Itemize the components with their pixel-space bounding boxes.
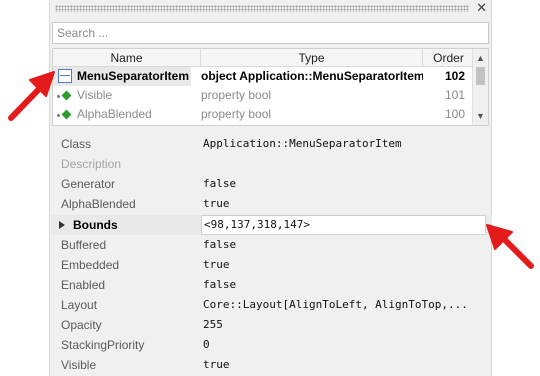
property-name: StackingPriority	[61, 338, 145, 352]
column-header-type[interactable]: Type	[201, 49, 423, 67]
property-row-visible[interactable]: Visible true	[51, 355, 492, 375]
property-icon	[57, 109, 73, 120]
property-name: Description	[61, 157, 122, 171]
property-row-enabled[interactable]: Enabled false	[51, 275, 492, 295]
property-row-embedded[interactable]: Embedded true	[51, 255, 492, 275]
list-row-alphablended[interactable]: AlphaBlended property bool 100	[53, 105, 474, 124]
property-value: false	[203, 177, 237, 190]
members-list[interactable]: Name Type Order MenuSeparatorItem object…	[52, 48, 489, 126]
property-name: Opacity	[61, 318, 102, 332]
inspector-panel: ✕ Name Type Order MenuSeparatorItem obje…	[49, 0, 492, 376]
panel-title-bar[interactable]: ✕	[50, 0, 493, 17]
property-icon	[57, 90, 73, 101]
property-value: 255	[203, 318, 223, 331]
property-value: Core::Layout[AlignToLeft, AlignToTop,...	[203, 298, 468, 311]
list-header: Name Type Order	[53, 49, 474, 67]
row-name: MenuSeparatorItem	[77, 69, 190, 83]
property-value: Application::MenuSeparatorItem	[203, 137, 402, 150]
row-type: property bool	[201, 107, 272, 121]
property-row-generator[interactable]: Generator false	[51, 174, 492, 194]
property-value: false	[203, 238, 237, 251]
property-name: Layout	[61, 298, 98, 312]
row-name: Visible	[77, 88, 113, 102]
scroll-up-icon[interactable]: ▲	[473, 51, 488, 65]
property-value: true	[203, 258, 230, 271]
property-name: AlphaBlended	[61, 197, 136, 211]
property-row-bounds[interactable]: Bounds <98,137,318,147>	[51, 215, 492, 235]
column-header-name[interactable]: Name	[53, 49, 201, 67]
property-name: Buffered	[61, 238, 107, 252]
list-row-visible[interactable]: Visible property bool 101	[53, 86, 474, 105]
property-value: true	[203, 197, 230, 210]
property-name: Visible	[61, 358, 97, 372]
annotation-arrow-right	[486, 224, 534, 269]
property-name: Bounds	[73, 218, 118, 232]
property-row-alphablended[interactable]: AlphaBlended true	[51, 194, 492, 214]
scroll-down-icon[interactable]: ▼	[473, 109, 488, 123]
property-name: Enabled	[61, 278, 106, 292]
bounds-value-field[interactable]: <98,137,318,147>	[201, 215, 486, 235]
property-row-class[interactable]: Class Application::MenuSeparatorItem	[51, 134, 492, 154]
scroll-thumb[interactable]	[476, 67, 485, 85]
row-type: property bool	[201, 88, 272, 102]
property-row-opacity[interactable]: Opacity 255	[51, 315, 492, 335]
drag-grip[interactable]	[55, 5, 469, 12]
row-type: object Application::MenuSeparatorItem	[201, 69, 423, 83]
list-scrollbar[interactable]: ▲ ▼	[472, 49, 488, 125]
property-value: false	[203, 278, 237, 291]
row-name: AlphaBlended	[77, 107, 152, 121]
row-order: 102	[444, 69, 465, 83]
property-row-buffered[interactable]: Buffered false	[51, 235, 492, 255]
column-header-order[interactable]: Order	[423, 49, 474, 67]
property-value: true	[203, 358, 230, 371]
property-row-layout[interactable]: Layout Core::Layout[AlignToLeft, AlignTo…	[51, 295, 492, 315]
property-name: Generator	[61, 177, 116, 191]
property-row-stackingpriority[interactable]: StackingPriority 0	[51, 335, 492, 355]
search-input[interactable]	[52, 22, 489, 44]
list-row-menuseparatoritem[interactable]: MenuSeparatorItem object Application::Me…	[53, 67, 474, 86]
row-order: 101	[444, 88, 465, 102]
property-value: 0	[203, 338, 210, 351]
property-row-description[interactable]: Description	[51, 154, 492, 174]
property-name: Embedded	[61, 258, 120, 272]
separator-icon	[58, 69, 72, 83]
property-name: Class	[61, 137, 92, 151]
close-icon[interactable]: ✕	[476, 1, 487, 15]
row-order: 100	[444, 107, 465, 121]
